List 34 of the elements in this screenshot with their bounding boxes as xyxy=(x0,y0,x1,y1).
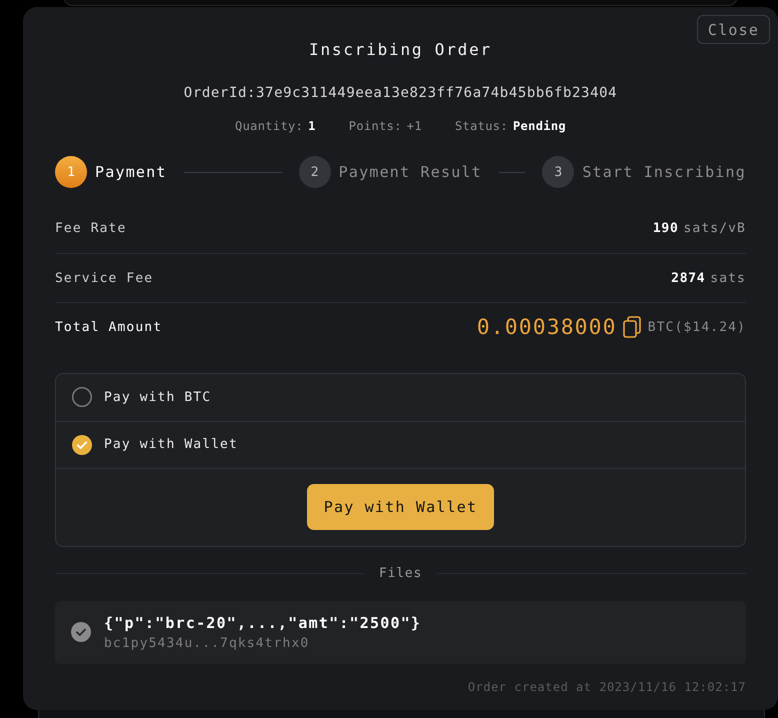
section-heading: Files xyxy=(378,566,422,580)
fee-value: 190 xyxy=(652,221,678,236)
file-title: {"p":"brc-20",...,"amt":"2500"} xyxy=(104,612,422,633)
fee-value: 2874 xyxy=(671,270,706,286)
step-label: Payment xyxy=(95,163,167,181)
step-number: 2 xyxy=(298,156,331,188)
step-number: 3 xyxy=(542,156,574,188)
pay-button[interactable]: Pay with Wallet xyxy=(307,484,494,530)
step-label: Start Inscribing xyxy=(582,163,746,181)
summary-value: 1 xyxy=(308,118,316,134)
created-time: Order created at 2023/11/16 12:02:17 xyxy=(466,680,746,695)
radio-icon[interactable] xyxy=(72,387,92,407)
fee-label: Fee Rate xyxy=(55,221,126,236)
fee-unit: BTC($14.24) xyxy=(648,320,746,334)
fee-unit: sats/vB xyxy=(684,221,746,236)
payment-option[interactable]: Pay with BTC xyxy=(56,374,745,420)
copy-icon[interactable] xyxy=(622,316,641,338)
fee-label: Total Amount xyxy=(55,320,162,334)
payment-option[interactable]: Pay with Wallet xyxy=(56,420,745,468)
fee-label: Service Fee xyxy=(55,270,154,286)
close-button[interactable]: Close xyxy=(697,15,770,44)
order-id: OrderId:37e9c311449eea13e823ff76a74b45bb6fb23404 xyxy=(182,84,618,102)
fee-value: 0.00038000 xyxy=(476,315,617,339)
fee-unit: sats xyxy=(710,270,746,286)
summary-value: +1 xyxy=(406,118,422,134)
step-label: Payment Result xyxy=(338,163,482,181)
summary-label: Points: xyxy=(348,118,402,134)
step-number: 1 xyxy=(55,156,87,188)
summary-label: Quantity: xyxy=(235,118,304,134)
radio-icon[interactable] xyxy=(72,434,92,454)
file-address: bc1py5434u...7qks4trhx0 xyxy=(104,634,310,652)
summary-value: Pending xyxy=(512,118,566,134)
dialog-title: Inscribing Order xyxy=(308,40,493,60)
summary-label: Status: xyxy=(454,118,508,134)
